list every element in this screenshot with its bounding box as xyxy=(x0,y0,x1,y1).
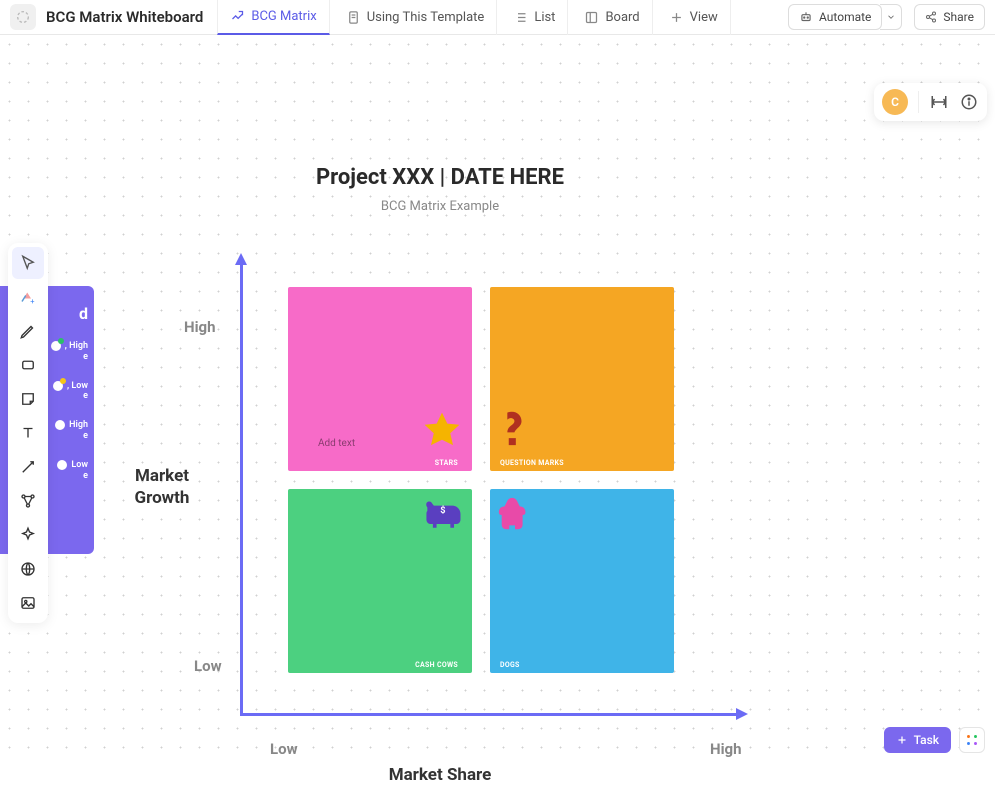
share-label: Share xyxy=(943,10,974,24)
quadrant-label: STARS xyxy=(435,459,458,467)
tool-ai[interactable] xyxy=(12,519,44,551)
tab-board[interactable]: Board xyxy=(572,0,652,35)
rectangle-icon xyxy=(19,356,37,374)
y-axis-arrow xyxy=(235,253,247,265)
tab-label: List xyxy=(534,10,555,25)
more-icon xyxy=(960,93,978,111)
legend-text: , High e xyxy=(65,341,88,363)
y-axis-label[interactable]: Market Growth xyxy=(130,465,194,509)
diagram-subtitle[interactable]: BCG Matrix Example xyxy=(130,199,750,214)
pen-icon xyxy=(19,322,37,340)
legend-text: Low e xyxy=(71,460,88,482)
automate-button[interactable]: Automate xyxy=(788,4,882,30)
tab-label: Board xyxy=(605,10,639,25)
legend-dot xyxy=(55,420,65,430)
cow-icon: $ xyxy=(420,495,466,535)
top-bar: BCG Matrix Whiteboard BCG Matrix Using T… xyxy=(0,0,995,35)
dog-icon xyxy=(496,495,534,537)
legend-dot xyxy=(53,381,63,391)
plus-icon xyxy=(669,10,684,25)
shapes-plus-icon: + xyxy=(19,288,37,306)
x-axis-label[interactable]: Market Share xyxy=(130,765,750,785)
tab-using-template[interactable]: Using This Template xyxy=(334,0,498,35)
separator xyxy=(918,91,919,113)
page-title[interactable]: BCG Matrix Whiteboard xyxy=(46,8,203,26)
more-options-button[interactable] xyxy=(959,92,979,112)
tool-image[interactable] xyxy=(12,587,44,619)
task-label: Task xyxy=(914,733,939,747)
y-axis-line xyxy=(240,260,243,715)
collab-toolbar: C xyxy=(874,83,987,121)
loader-icon xyxy=(15,9,31,25)
tool-cursor[interactable] xyxy=(12,247,44,279)
y-axis-low: Low xyxy=(194,657,222,675)
document-icon xyxy=(346,10,361,25)
legend-dot xyxy=(57,460,67,470)
x-axis-high: High xyxy=(710,740,742,758)
whiteboard-canvas[interactable]: C + d , High e , Low e xyxy=(0,35,995,765)
share-icon xyxy=(925,11,937,23)
grid-icon xyxy=(965,733,979,747)
diagram-title[interactable]: Project XXX | DATE HERE xyxy=(130,165,750,190)
relationship-icon xyxy=(19,492,37,510)
list-icon xyxy=(513,10,528,25)
tool-rectangle[interactable] xyxy=(12,349,44,381)
x-axis-low: Low xyxy=(270,740,298,758)
drawing-toolbar: + xyxy=(8,243,48,623)
bcg-diagram: Project XXX | DATE HERE BCG Matrix Examp… xyxy=(130,165,750,785)
tab-label: BCG Matrix xyxy=(251,9,316,24)
chevron-down-icon xyxy=(886,12,896,22)
quadrant-label: CASH COWS xyxy=(415,661,458,669)
tool-connector[interactable] xyxy=(12,451,44,483)
sparkle-icon xyxy=(19,526,37,544)
tool-text[interactable] xyxy=(12,417,44,449)
legend-dot xyxy=(51,341,61,351)
svg-text:$: $ xyxy=(440,505,445,516)
note-icon xyxy=(19,390,37,408)
globe-icon xyxy=(19,560,37,578)
fit-width-icon xyxy=(930,93,948,111)
board-icon xyxy=(584,10,599,25)
app-icon[interactable] xyxy=(10,4,36,30)
connector-icon xyxy=(19,458,37,476)
tool-shapes-plus[interactable]: + xyxy=(12,281,44,313)
share-button[interactable]: Share xyxy=(914,4,985,30)
tab-bcg-matrix[interactable]: BCG Matrix xyxy=(217,0,329,35)
tool-sticky-note[interactable] xyxy=(12,383,44,415)
automate-label: Automate xyxy=(819,10,871,24)
quadrant-dogs[interactable]: DOGS xyxy=(490,489,674,673)
tab-label: View xyxy=(690,10,718,25)
question-icon xyxy=(496,409,530,457)
tool-relationship[interactable] xyxy=(12,485,44,517)
tab-list[interactable]: List xyxy=(501,0,568,35)
user-avatar[interactable]: C xyxy=(882,89,908,115)
y-axis-high: High xyxy=(184,318,216,336)
quadrant-label: DOGS xyxy=(500,661,520,669)
task-button[interactable]: Task xyxy=(884,727,951,753)
text-icon xyxy=(19,424,37,442)
x-axis-arrow xyxy=(736,708,748,720)
robot-icon xyxy=(799,10,813,24)
cursor-icon xyxy=(19,254,37,272)
tool-globe[interactable] xyxy=(12,553,44,585)
whiteboard-icon xyxy=(230,9,245,24)
fit-width-button[interactable] xyxy=(929,92,949,112)
quadrant-cash-cows[interactable]: $ CASH COWS xyxy=(288,489,472,673)
quadrant-label: QUESTION MARKS xyxy=(500,459,564,467)
star-icon xyxy=(420,409,464,457)
tab-add-view[interactable]: View xyxy=(657,0,731,35)
x-axis-line xyxy=(240,713,740,716)
quadrant-stars[interactable]: Add text STARS xyxy=(288,287,472,471)
svg-text:+: + xyxy=(30,297,34,306)
image-icon xyxy=(19,594,37,612)
app-grid-button[interactable] xyxy=(959,727,985,753)
legend-text: , Low e xyxy=(67,381,88,403)
legend-text: High e xyxy=(69,420,88,442)
placeholder-text[interactable]: Add text xyxy=(318,438,355,449)
plus-icon xyxy=(896,734,908,746)
quadrant-question-marks[interactable]: QUESTION MARKS xyxy=(490,287,674,471)
automate-dropdown[interactable] xyxy=(880,4,902,30)
tool-pen[interactable] xyxy=(12,315,44,347)
tab-label: Using This Template xyxy=(367,10,485,25)
